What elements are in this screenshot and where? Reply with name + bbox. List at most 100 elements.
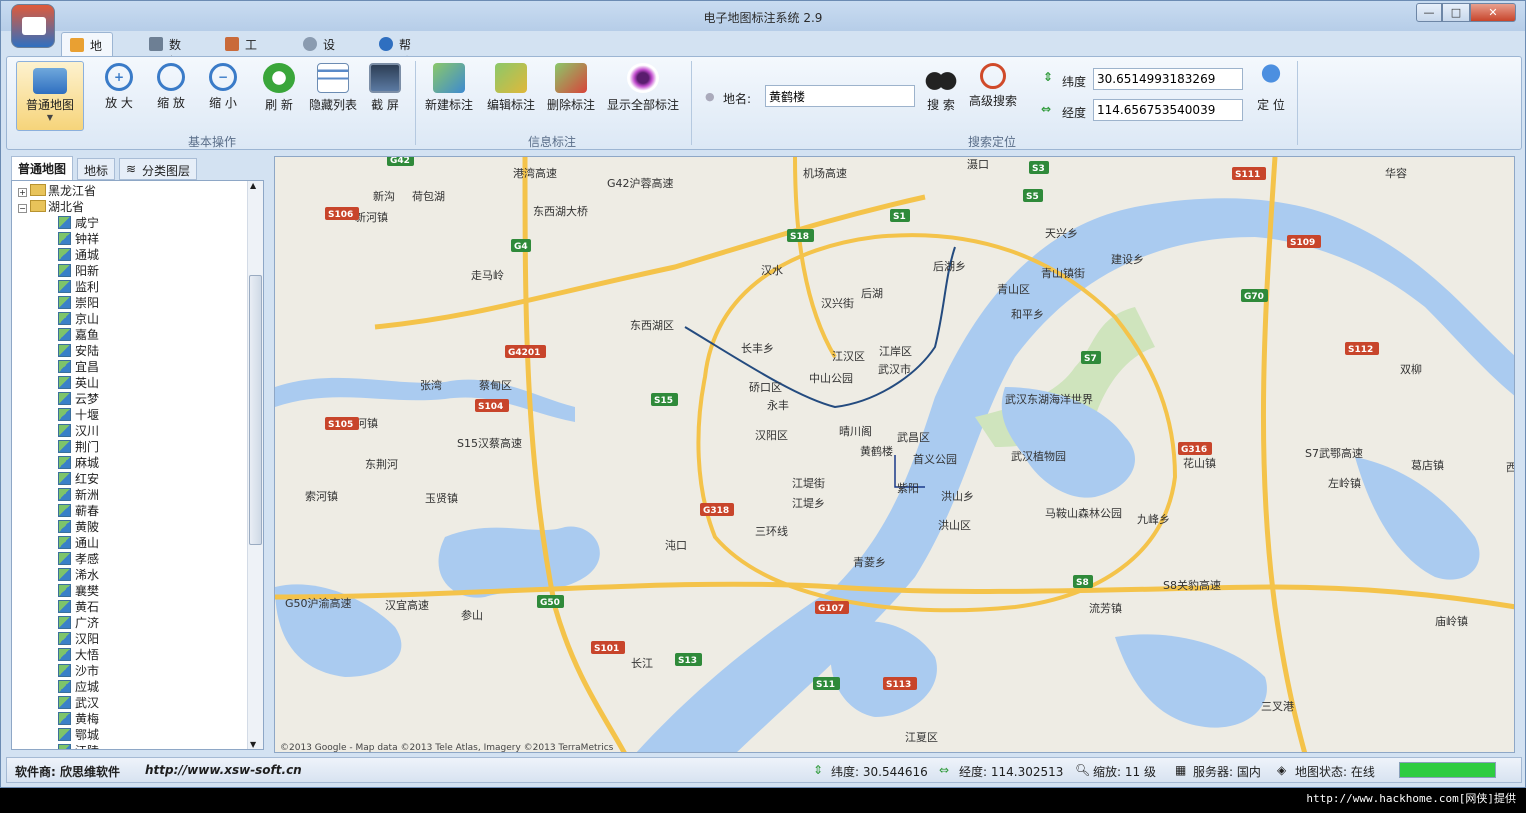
map-place-label[interactable]: 紫阳 <box>897 482 919 495</box>
normal-map-button[interactable]: 普通地图 ▼ <box>16 61 84 131</box>
app-logo-icon[interactable] <box>11 4 55 48</box>
map-place-label[interactable]: 玉贤镇 <box>425 491 458 505</box>
map-place-label[interactable]: 武汉东湖海洋世界 <box>1005 392 1093 406</box>
refresh-button[interactable]: 刷 新 <box>257 61 301 119</box>
tree-city[interactable]: 武汉 <box>58 695 99 711</box>
tree-city[interactable]: 京山 <box>58 311 99 327</box>
map-place-label[interactable]: 洪山区 <box>938 518 971 532</box>
map-place-label[interactable]: 汉兴街 <box>821 296 854 310</box>
new-mark-button[interactable]: 新建标注 <box>421 61 477 119</box>
map-place-label[interactable]: 张湾 <box>420 378 442 392</box>
map-place-label[interactable]: 东西湖区 <box>630 319 674 332</box>
map-place-label[interactable]: 武汉市 <box>878 362 911 376</box>
edit-mark-button[interactable]: 编辑标注 <box>483 61 539 119</box>
tree-city[interactable]: 汉川 <box>58 423 99 439</box>
tree-city[interactable]: 荆门 <box>58 439 99 455</box>
tree-city[interactable]: 新洲 <box>58 487 99 503</box>
tree-city[interactable]: 大悟 <box>58 647 99 663</box>
map-place-label[interactable]: 索河镇 <box>305 489 338 503</box>
map-place-label[interactable]: 汉水 <box>761 264 783 277</box>
map-place-label[interactable]: 蔡甸区 <box>479 379 512 392</box>
map-place-label[interactable]: 永丰 <box>767 398 789 412</box>
tree-city[interactable]: 英山 <box>58 375 99 391</box>
tab-tools[interactable]: 工具 <box>217 32 267 69</box>
expand-icon[interactable]: + <box>18 188 27 197</box>
tree-city[interactable]: 嘉鱼 <box>58 327 99 343</box>
maximize-button[interactable]: □ <box>1442 3 1470 22</box>
tree-city[interactable]: 安陆 <box>58 343 99 359</box>
tree-city[interactable]: 江陵 <box>58 743 99 749</box>
search-button[interactable]: 搜 索 <box>919 61 963 119</box>
tab-data[interactable]: 数据 <box>141 32 191 69</box>
map-place-label[interactable]: 三叉港 <box>1261 700 1294 713</box>
tree-city[interactable]: 监利 <box>58 279 99 295</box>
tab-settings[interactable]: 设置 <box>295 32 345 69</box>
tree-city[interactable]: 鄂城 <box>58 727 99 743</box>
map-place-label[interactable]: 汉阳区 <box>755 429 788 442</box>
map-place-label[interactable]: 天兴乡 <box>1045 227 1078 240</box>
tab-help[interactable]: 帮助 <box>371 32 421 69</box>
map-place-label[interactable]: 江汉区 <box>832 350 865 363</box>
tree-city[interactable]: 黄石 <box>58 599 99 615</box>
show-all-marks-button[interactable]: 显示全部标注 <box>605 61 681 119</box>
tree-city[interactable]: 蕲春 <box>58 503 99 519</box>
tree-city[interactable]: 黄陂 <box>58 519 99 535</box>
advanced-search-button[interactable]: 高级搜索 <box>965 61 1021 119</box>
tree-city[interactable]: 襄樊 <box>58 583 99 599</box>
tree-scrollbar[interactable]: ▲ ▼ <box>247 181 263 749</box>
tree-city[interactable]: 钟祥 <box>58 231 99 247</box>
tree-city[interactable]: 沙市 <box>58 663 99 679</box>
map-place-label[interactable]: 江岸区 <box>879 345 912 358</box>
tab-landmarks[interactable]: 地标 <box>77 158 116 180</box>
scroll-up-arrow-icon[interactable]: ▲ <box>250 181 256 190</box>
tree-city[interactable]: 广济 <box>58 615 99 631</box>
tree-city[interactable]: 咸宁 <box>58 215 99 231</box>
tree-city[interactable]: 麻城 <box>58 455 99 471</box>
map-place-label[interactable]: 长丰乡 <box>741 342 774 355</box>
map-place-label[interactable]: 洪山乡 <box>941 489 974 503</box>
tab-map[interactable]: 地图 <box>61 32 114 70</box>
map-place-label[interactable]: 参山 <box>461 608 483 622</box>
lng-input[interactable] <box>1093 99 1243 121</box>
tree-city[interactable]: 通山 <box>58 535 99 551</box>
map-place-label[interactable]: 硚口区 <box>749 381 782 394</box>
map-place-label[interactable]: 江堤街 <box>792 476 825 490</box>
tree-city[interactable]: 应城 <box>58 679 99 695</box>
tree-city[interactable]: 云梦 <box>58 391 99 407</box>
map-place-label[interactable]: 西湖 <box>1506 461 1515 474</box>
map-place-label[interactable]: 和平乡 <box>1011 308 1044 321</box>
tree-city[interactable]: 阳新 <box>58 263 99 279</box>
tree-city[interactable]: 崇阳 <box>58 295 99 311</box>
tree-city[interactable]: 十堰 <box>58 407 99 423</box>
map-place-label[interactable]: 马鞍山森林公园 <box>1045 506 1122 520</box>
map-place-label[interactable]: 新河镇 <box>355 210 388 224</box>
locate-button[interactable]: 定 位 <box>1249 61 1293 119</box>
region-tree[interactable]: + 黑龙江省 − 湖北省 咸宁 钟祥 通城 阳新 监利 崇阳 京山 嘉鱼 安陆 宜昌 英山 云梦 十堰 汉川 荆门麻… <box>11 180 264 750</box>
tree-city[interactable]: 红安 <box>58 471 99 487</box>
minimize-button[interactable]: — <box>1416 3 1442 22</box>
map-place-label[interactable]: 走马岭 <box>471 268 504 282</box>
expand-icon[interactable]: − <box>18 204 27 213</box>
map-place-label[interactable]: 武昌区 <box>897 431 930 444</box>
map-canvas[interactable]: 新沟 荷包湖新河镇走马岭东西湖区长丰乡 汉兴街后湖江岸区 江汉区武汉市中山公园硚口区永… <box>275 157 1515 753</box>
zoom-in-button[interactable]: + 放 大 <box>97 61 141 119</box>
tree-city[interactable]: 汉阳 <box>58 631 99 647</box>
tree-province[interactable]: − 湖北省 <box>18 199 84 215</box>
place-name-input[interactable] <box>765 85 915 107</box>
map-place-label[interactable]: 左岭镇 <box>1328 476 1361 490</box>
map-place-label[interactable]: 晴川阁 <box>839 424 872 438</box>
tab-normal-map[interactable]: 普通地图 <box>11 156 74 180</box>
map-place-label[interactable]: 庙岭镇 <box>1435 614 1468 628</box>
map-place-label[interactable]: 黄鹤楼 <box>860 444 893 458</box>
map-place-label[interactable]: 青菱乡 <box>853 556 886 569</box>
map-place-label[interactable]: 建设乡 <box>1111 252 1144 266</box>
map-place-label[interactable]: 双柳 <box>1400 362 1422 376</box>
map-place-label[interactable]: 沌口 <box>665 539 687 552</box>
delete-mark-button[interactable]: 删除标注 <box>543 61 599 119</box>
map-place-label[interactable]: 长江 <box>631 657 653 670</box>
hide-list-button[interactable]: 隐藏列表 <box>305 61 361 119</box>
map-place-label[interactable]: 青山区 <box>997 283 1030 296</box>
map-place-label[interactable]: 首义公园 <box>913 452 957 466</box>
tree-city[interactable]: 孝感 <box>58 551 99 567</box>
tab-category-layers[interactable]: ≋ 分类图层 <box>119 158 198 180</box>
